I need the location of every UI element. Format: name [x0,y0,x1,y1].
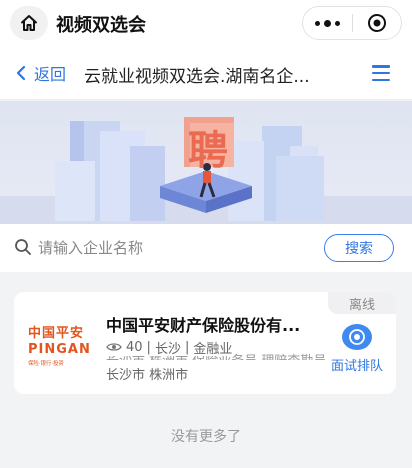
capsule-menu [302,6,402,40]
chevron-left-icon [16,65,26,81]
close-miniprogram-button[interactable] [352,13,401,33]
menu-bar [372,78,390,81]
menu-button[interactable] [372,65,390,81]
menu-bar [372,71,390,75]
search-icon [15,239,31,255]
page-title: 云就业视频双选会.湖南名企... [84,67,310,87]
interview-queue-label: 面试排队 [330,359,383,374]
company-industry: 金融业 [193,341,233,357]
home-button[interactable] [10,6,48,40]
nav-bar: 返回 云就业视频双选会.湖南名企... [0,46,412,100]
company-search-input[interactable] [38,234,308,262]
company-name: 中国平安财产保险股份有... [106,316,301,335]
logo-sub: 保险·银行·投资 [28,360,64,367]
more-button[interactable] [303,19,352,27]
company-city: 长沙 [154,341,181,357]
list-end-text: 没有更多了 [171,429,241,445]
home-icon [21,15,37,31]
logo-en: PINGAN [28,342,91,357]
back-button[interactable]: 返回 [16,62,66,84]
banner-character: 聘 [188,128,228,174]
camera-icon [342,324,372,350]
company-logo: 中国平安 PINGAN 保险·银行·投资 [28,322,94,367]
search-button[interactable]: 搜索 [324,234,394,262]
dot-icon [314,20,320,26]
back-label: 返回 [34,65,67,84]
meta-separator: | [146,339,151,355]
recruit-banner: 聘 [0,101,412,224]
logo-cn: 中国平安 [28,326,85,341]
menu-bar [372,65,390,68]
view-count: 40 [126,339,143,355]
search-bar: 搜索 [0,224,412,272]
app-title: 视频双选会 [56,15,146,36]
dot-icon [334,20,340,26]
dot-icon [323,19,331,27]
status-badge: 离线 [328,292,396,314]
company-card[interactable]: 离线 中国平安 PINGAN 保险·银行·投资 中国平安财产保险股份有... 长… [14,292,396,394]
eye-icon [106,343,122,351]
company-location: 长沙市 株洲市 [106,368,189,383]
target-close-icon [367,14,386,32]
meta-separator: | [184,339,190,355]
company-meta: 40 | 长沙 | 金融业 [106,338,233,357]
top-bar: 视频双选会 [0,0,412,46]
interview-queue-button[interactable]: 面试排队 [324,324,390,374]
